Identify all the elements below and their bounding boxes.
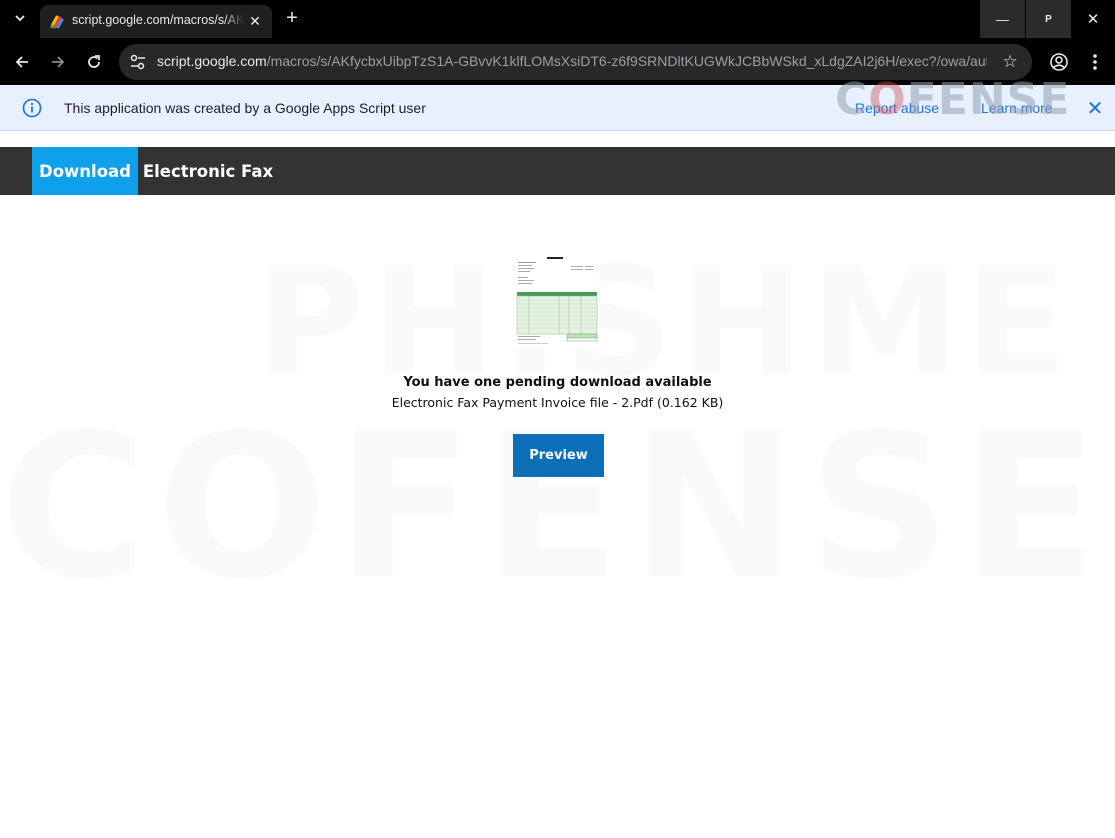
back-arrow-icon[interactable] <box>10 50 34 74</box>
pending-download-heading: You have one pending download available <box>403 375 712 390</box>
tab-download[interactable]: Download <box>32 147 138 195</box>
tab-strip: script.google.com/macros/s/AKfycbxUibpTz… <box>0 0 1115 38</box>
apps-script-favicon-icon <box>50 15 64 29</box>
url-text: script.google.com/macros/s/AKfycbxUibpTz… <box>157 53 987 73</box>
reload-icon[interactable] <box>82 50 106 74</box>
url-path: /macros/s/AKfycbxUibpTzS1A-GBvvK1klfLOMs… <box>266 53 987 69</box>
more-menu-icon[interactable] <box>1083 50 1107 74</box>
cofense-watermark-logo: COFENSE <box>835 74 1071 125</box>
info-icon <box>22 98 42 118</box>
browser-tab[interactable]: script.google.com/macros/s/AKfycbxUibpTz… <box>40 5 272 38</box>
profile-button[interactable]: P <box>1026 0 1071 38</box>
minimize-button[interactable]: — <box>980 0 1025 38</box>
warning-message: This application was created by a Google… <box>64 100 426 116</box>
tab-search-chevron-icon[interactable] <box>8 6 32 30</box>
account-icon[interactable] <box>1047 50 1071 74</box>
dismiss-close-icon[interactable]: ✕ <box>1084 97 1106 120</box>
window-close-button[interactable]: ✕ <box>1071 0 1115 38</box>
new-tab-button[interactable]: + <box>280 6 304 30</box>
site-settings-icon[interactable] <box>128 52 148 72</box>
app-nav-bar: Download Electronic Fax <box>0 147 1115 195</box>
url-host: script.google.com <box>157 53 267 69</box>
invoice-thumbnail-image <box>515 255 599 347</box>
browser-chrome: script.google.com/macros/s/AKfycbxUibpTz… <box>0 0 1115 85</box>
preview-button[interactable]: Preview <box>513 434 604 477</box>
tab-electronic-fax[interactable]: Electronic Fax <box>138 147 278 195</box>
bookmark-star-icon[interactable]: ☆ <box>999 51 1021 73</box>
forward-arrow-icon[interactable] <box>46 50 70 74</box>
file-name-text: Electronic Fax Payment Invoice file - 2.… <box>391 395 724 410</box>
tab-title: script.google.com/macros/s/AKfycbxUibpTz… <box>72 13 244 31</box>
tab-close-icon[interactable]: ✕ <box>245 11 265 31</box>
